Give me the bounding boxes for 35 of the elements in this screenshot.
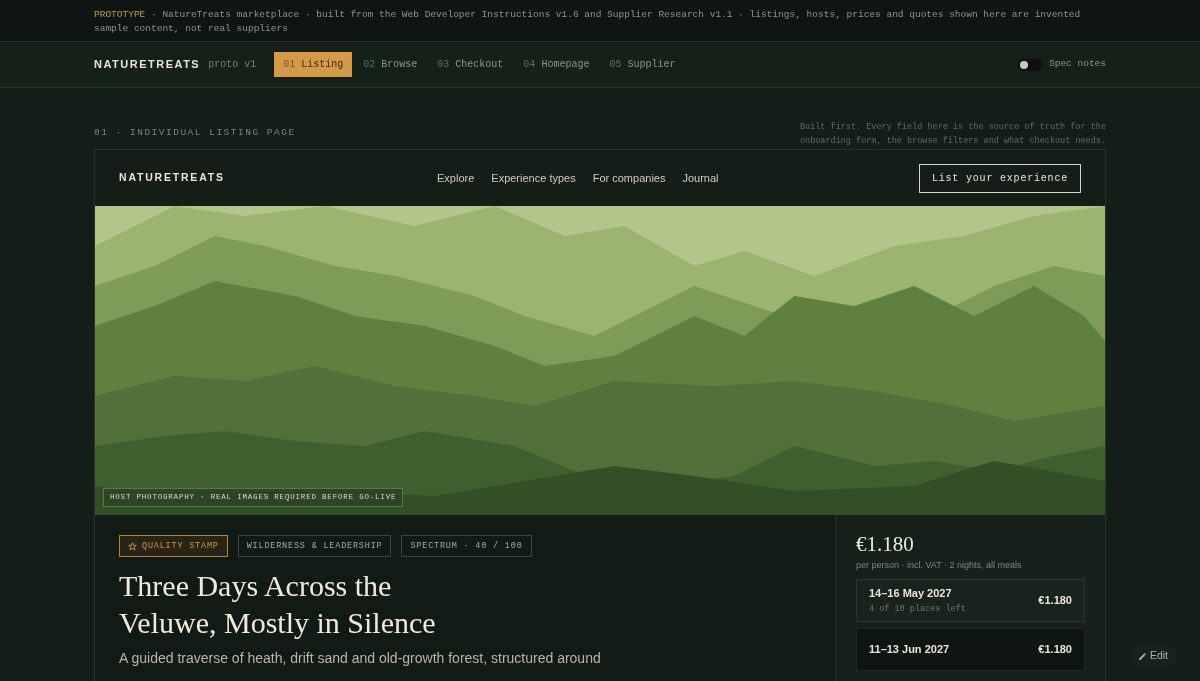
section-label: 01 · INDIVIDUAL LISTING PAGE bbox=[94, 125, 296, 140]
date-price: €1.180 bbox=[1038, 642, 1072, 658]
nav-link[interactable]: Explore bbox=[437, 169, 475, 187]
date-range: 11–13 Jun 2027 bbox=[869, 642, 950, 658]
date-range: 14–16 May 2027 bbox=[869, 585, 953, 601]
prototype-tab[interactable]: 05 Supplier bbox=[600, 52, 685, 77]
star-icon bbox=[128, 541, 137, 551]
list-experience-button[interactable]: List your experience bbox=[918, 163, 1081, 193]
tag: WILDERNESS & LEADERSHIP bbox=[237, 535, 392, 557]
nav-link[interactable]: Experience types bbox=[491, 169, 576, 187]
date-option[interactable]: 11–13 Jun 2027 €1.180 bbox=[856, 628, 1085, 671]
site-brand: NATURETREATS bbox=[119, 170, 225, 186]
prototype-tab[interactable]: 02 Browse bbox=[354, 52, 427, 77]
date-option[interactable]: 14–16 May 2027 4 of 10 places left €1.180 bbox=[856, 579, 1085, 622]
tag: SPECTRUM · 40 / 100 bbox=[401, 535, 532, 557]
listing-intro: A guided traverse of heath, drift sand and old-growth forest, structured around bbox=[119, 649, 602, 667]
prototype-tab[interactable]: 04 Homepage bbox=[514, 52, 599, 77]
price: €1.180 bbox=[856, 531, 915, 557]
toggle-label: Spec notes bbox=[1049, 57, 1106, 72]
pencil-icon bbox=[1137, 651, 1147, 661]
prototype-tab[interactable]: 03 Checkout bbox=[428, 52, 513, 77]
nav-link[interactable]: Journal bbox=[682, 169, 719, 187]
quality-stamp-tag: QUALITY STAMP bbox=[119, 535, 228, 557]
prototype-tab[interactable]: 01 Listing bbox=[274, 52, 353, 77]
edit-button[interactable]: Edit bbox=[1127, 645, 1178, 667]
date-price: €1.180 bbox=[1038, 593, 1072, 609]
nav-link[interactable]: For companies bbox=[592, 169, 666, 187]
section-note: Built first. Every field here is the source of truth for the onboarding form, the browse filters and what checkout needs. bbox=[798, 121, 1106, 148]
places-left: 4 of 10 places left bbox=[869, 603, 966, 617]
price-note: per person · incl. VAT · 2 nights, all meals bbox=[856, 559, 1023, 571]
toggle-switch[interactable] bbox=[1018, 58, 1042, 71]
version-label: proto v1 bbox=[208, 58, 257, 72]
prototype-notice: PROTOTYPE · NatureTreats marketplace · built from the Web Developer Instructions v1.6 and Supplier Research v1.1 · listings, hosts, prices and quotes shown here are invented sample content, not real suppliers bbox=[94, 9, 1081, 34]
listing-title: Three Days Across the Veluwe, Mostly in Silence bbox=[119, 568, 437, 641]
brand: NATURETREATS bbox=[94, 57, 201, 73]
